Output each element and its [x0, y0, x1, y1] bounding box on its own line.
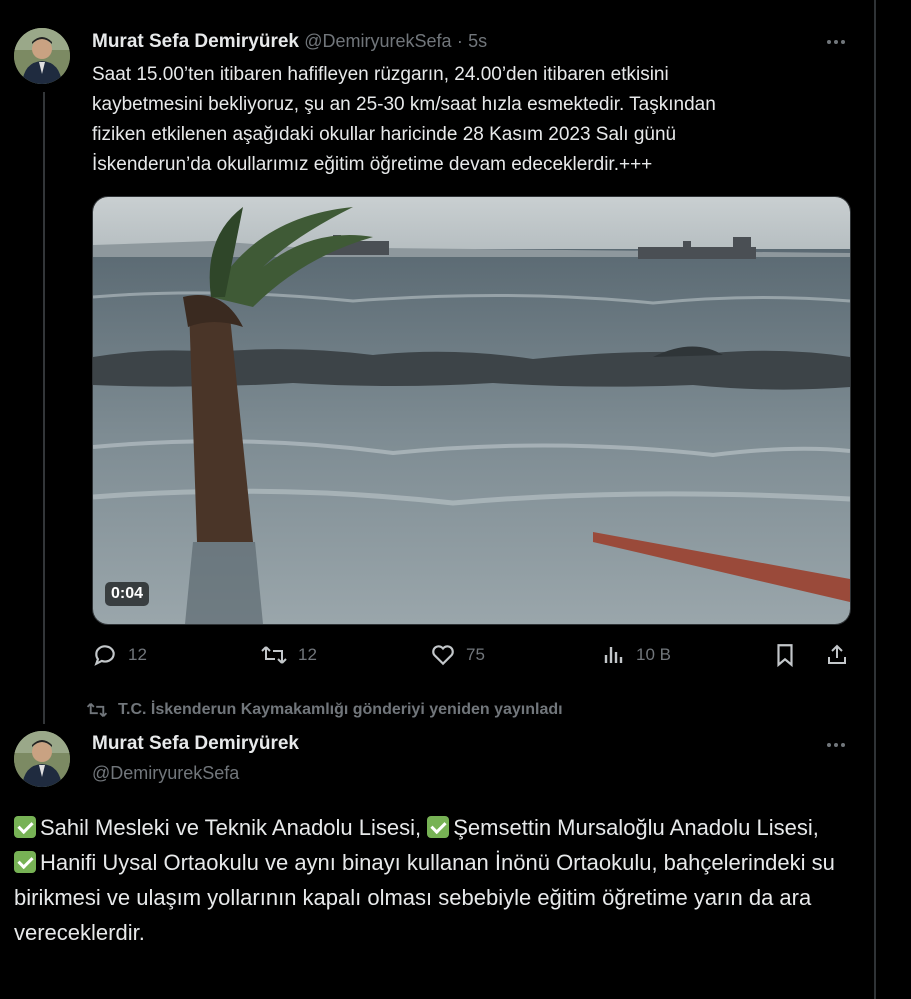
tweet-text: Sahil Mesleki ve Teknik Anadolu Lisesi, … [14, 810, 874, 950]
tweet-video[interactable]: 0:04 [92, 196, 851, 625]
share-icon [828, 644, 846, 664]
retweet-icon [86, 703, 108, 717]
views-icon [604, 647, 623, 663]
thread-connector-line [43, 92, 45, 724]
bookmark-button[interactable] [774, 642, 796, 668]
tweet-actions: 12 12 75 10 B [92, 642, 852, 672]
reply-button[interactable]: 12 [92, 642, 147, 668]
school-list-part-1: Sahil Mesleki ve Teknik Anadolu Lisesi, [40, 815, 428, 840]
school-list-part-3: Hanifi Uysal Ortaokulu ve aynı binayı ku… [14, 850, 835, 945]
tweet-text: Saat 15.00’ten itibaren hafifleyen rüzga… [92, 64, 716, 175]
right-column-border [874, 0, 876, 999]
check-mark-icon [14, 816, 36, 838]
like-button[interactable]: 75 [430, 642, 485, 668]
more-icon[interactable] [822, 735, 850, 755]
views-count: 10 B [636, 645, 671, 664]
author-name-text[interactable]: Murat Sefa Demiryürek [92, 31, 299, 52]
views-button[interactable]: 10 B [602, 642, 671, 668]
video-frame [93, 197, 850, 624]
author-name[interactable]: Murat Sefa Demiryürek [92, 733, 299, 755]
avatar[interactable] [14, 731, 70, 787]
author-handle[interactable]: @DemiryurekSefa [304, 31, 451, 51]
like-count: 75 [466, 645, 485, 664]
retweet-icon [261, 646, 287, 664]
retweet-notice[interactable]: T.C. İskenderun Kaymakamlığı gönderiyi y… [86, 700, 563, 720]
more-icon[interactable] [822, 32, 850, 52]
share-button[interactable] [825, 642, 849, 668]
check-mark-icon [427, 816, 450, 838]
author-name[interactable]: Murat Sefa Demiryürek @DemiryurekSefa · … [92, 31, 487, 53]
like-icon [432, 645, 454, 666]
reply-count: 12 [128, 645, 147, 664]
reply-icon [94, 645, 115, 666]
author-handle[interactable]: @DemiryurekSefa [92, 763, 239, 784]
school-list-part-2: Şemsettin Mursaloğlu Anadolu Lisesi, [453, 815, 819, 840]
retweet-button[interactable]: 12 [260, 642, 317, 668]
tweet-time[interactable]: 5s [468, 31, 487, 51]
avatar[interactable] [14, 28, 70, 84]
check-mark-icon [14, 851, 36, 873]
video-duration: 0:04 [105, 582, 150, 606]
retweet-count: 12 [298, 645, 317, 664]
bookmark-icon [777, 644, 793, 668]
retweet-notice-text[interactable]: T.C. İskenderun Kaymakamlığı gönderiyi y… [118, 701, 563, 719]
separator-dot: · [456, 31, 463, 51]
